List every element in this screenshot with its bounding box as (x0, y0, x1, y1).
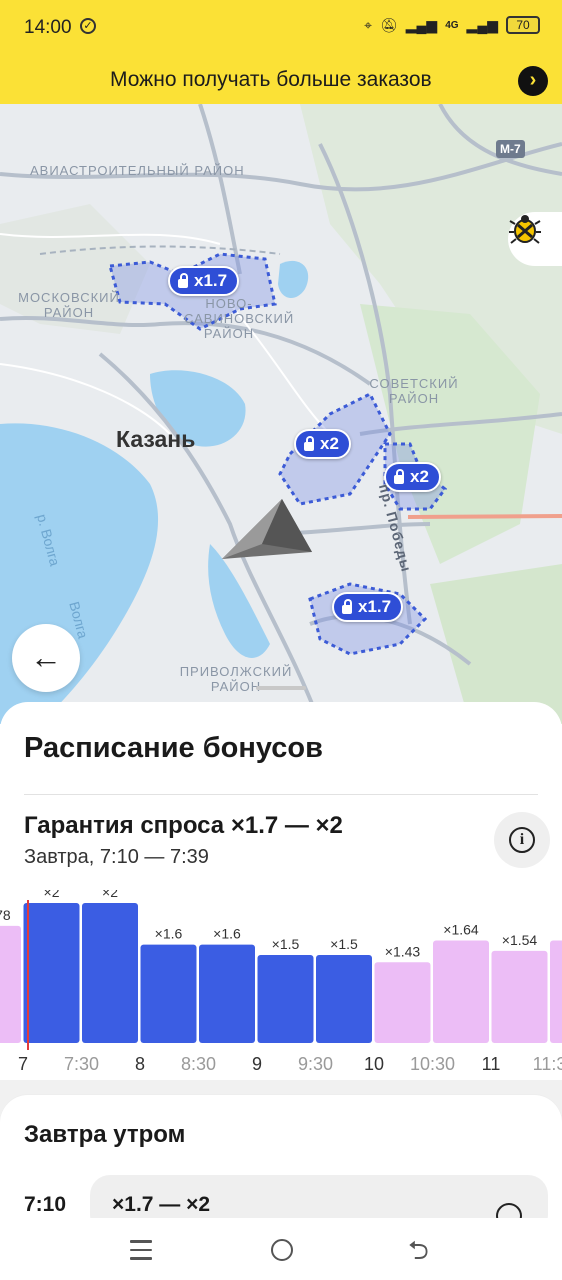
back-button[interactable]: ← (12, 624, 80, 692)
lock-icon (304, 436, 314, 451)
chart-bar (491, 950, 548, 1043)
muted-bell-icon: 🔕︎ (379, 16, 398, 33)
status-icons: ⌖ 🔕︎ ▂▄▆ 4G ▂▄▆ 70 (364, 16, 540, 34)
chart-bar-label: ×1.6 (155, 926, 183, 942)
chart-bar-label: ×2 (44, 890, 60, 900)
info-icon: i (509, 827, 535, 853)
chevron-right-icon[interactable]: › (518, 66, 548, 96)
guarantee-subtitle: Завтра, 7:10 — 7:39 (24, 846, 209, 868)
chart-bar (0, 925, 21, 1043)
chart-bar (316, 955, 372, 1043)
bonus-zone-pill[interactable]: x1.7 (168, 266, 240, 296)
chart-tick-label: 10 (364, 1054, 384, 1074)
chart-bar (82, 903, 138, 1043)
lock-icon (394, 469, 404, 484)
arrow-left-icon: ← (30, 639, 62, 675)
district-label: Московский район (18, 290, 120, 320)
status-bar: 14:00 ✓ ⌖ 🔕︎ ▂▄▆ 4G ▂▄▆ 70 (0, 0, 562, 56)
signal-icon-2: ▂▄▆ (466, 16, 498, 33)
tomorrow-morning-section: Завтра утром 7:10 ×1.7 — ×2 (0, 1095, 562, 1235)
chart-tick-label: 8 (135, 1054, 145, 1074)
system-nav-bar: ⮌ (0, 1218, 562, 1280)
chart-bar-label: ×1.78 (0, 907, 11, 923)
chart-bar-label: ×1.43 (385, 943, 421, 959)
chart-tick-label: 8:30 (181, 1054, 216, 1074)
bonus-value: x2 (320, 434, 339, 453)
chart-bar (433, 940, 489, 1043)
chart-bar-label: ×1.6 (213, 926, 241, 942)
section-title: Завтра утром (24, 1121, 186, 1148)
slot-range: ×1.7 — ×2 (112, 1193, 211, 1216)
chart-tick-label: 7 (18, 1054, 28, 1074)
chart-tick-label: 11:3 (533, 1054, 562, 1074)
chart-tick-label: 7:30 (64, 1054, 99, 1074)
road-badge-m7: М-7 (496, 140, 525, 158)
lock-icon (342, 599, 352, 614)
check-circle-icon: ✓ (80, 18, 96, 34)
info-button[interactable]: i (494, 812, 550, 868)
chart-bar (550, 940, 562, 1043)
signal-icon: ▂▄▆ (405, 16, 438, 33)
slot-time: 7:10 (24, 1193, 67, 1216)
divider (24, 794, 538, 795)
battery-icon: 70 (506, 16, 540, 34)
district-label: Ново-Савиновский район (184, 296, 295, 341)
bonus-chart[interactable]: ×1.78 ×2 ×2 ×1.6 ×1.6 ×1.5 ×1.5 ×1.43 ×1.64 ×1.54… (0, 890, 562, 1082)
chart-tick-label: 10:30 (410, 1054, 455, 1074)
chart-bar (23, 903, 80, 1043)
network-type: 4G (445, 19, 459, 31)
chart-bar (257, 955, 314, 1043)
back-nav-button[interactable]: ⮌ (408, 1232, 429, 1276)
district-label: Советский район (369, 376, 459, 406)
status-time: 14:00 (24, 17, 72, 38)
city-label: Казань (116, 426, 196, 452)
bug-report-button[interactable] (508, 212, 562, 266)
chart-bar-label: ×1.64 (443, 921, 479, 937)
chart-tick-label: 9 (252, 1054, 262, 1074)
chart-bar-label: ×1.5 (330, 936, 358, 952)
chart-bar-label: ×1.5 (272, 936, 300, 952)
sheet-drag-handle[interactable] (256, 686, 306, 690)
district-label: Авиастроительный район (30, 163, 245, 178)
sheet-title: Расписание бонусов (24, 732, 323, 764)
chart-bar (199, 944, 255, 1043)
location-icon: ⌖ (364, 16, 372, 33)
chart-bar (140, 944, 197, 1043)
bug-icon (509, 215, 541, 244)
promo-banner[interactable]: Можно получать больше заказов › (0, 56, 562, 104)
home-button[interactable] (271, 1239, 293, 1261)
chart-bar (374, 962, 431, 1043)
chart-bar-label: ×2 (102, 890, 118, 900)
chart-tick-label: 11 (482, 1054, 501, 1074)
map[interactable]: М-7 Авиастроительный район Московский ра… (0, 104, 562, 724)
chart-bar-label: ×1.54 (502, 932, 538, 948)
bonus-value: x1.7 (358, 597, 392, 616)
bonus-value: x1.7 (194, 271, 228, 290)
bonus-zone-pill[interactable]: x1.7 (332, 592, 404, 622)
banner-text: Можно получать больше заказов (110, 68, 432, 91)
guarantee-title: Гарантия спроса ×1.7 — ×2 (24, 812, 343, 839)
bonus-value: x2 (410, 467, 429, 486)
recent-apps-button[interactable] (130, 1240, 152, 1266)
bonus-chart-svg: ×1.78 ×2 ×2 ×1.6 ×1.6 ×1.5 ×1.5 ×1.43 ×1.64 ×1.54… (0, 890, 562, 1074)
bonus-zone-pill[interactable]: x2 (294, 429, 351, 459)
bonus-zone-pill[interactable]: x2 (384, 462, 441, 492)
chart-tick-label: 9:30 (298, 1054, 333, 1074)
lock-icon (178, 273, 188, 288)
